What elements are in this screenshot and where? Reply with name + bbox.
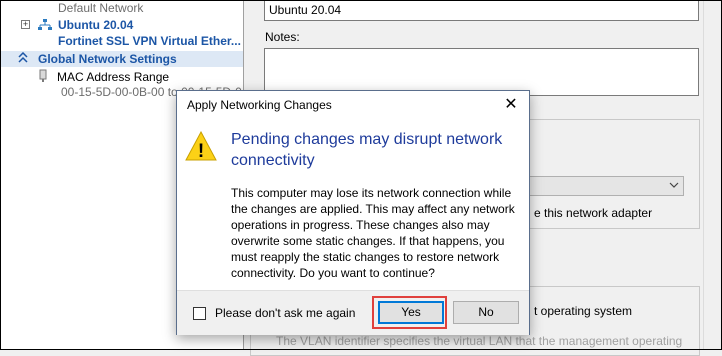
mac-address-icon xyxy=(38,69,48,86)
name-field-value: Ubuntu 20.04 xyxy=(269,3,342,17)
chevron-down-icon xyxy=(669,178,679,195)
dialog-title: Apply Networking Changes xyxy=(187,98,332,112)
warning-icon: ! xyxy=(185,130,217,164)
notes-label: Notes: xyxy=(265,30,300,44)
dialog-heading: Pending changes may disrupt network conn… xyxy=(231,131,503,169)
apply-networking-dialog: Apply Networking Changes ✕ ! Pending cha… xyxy=(176,90,530,335)
expand-ubuntu-icon[interactable]: + xyxy=(21,20,30,29)
tree-item-mac-range[interactable]: MAC Address Range xyxy=(57,70,169,84)
global-settings-label: Global Network Settings xyxy=(38,52,177,66)
os-option-text: t operating system xyxy=(534,304,633,318)
tree-item-default-network[interactable]: Default Network xyxy=(58,1,143,15)
close-icon[interactable]: ✕ xyxy=(501,95,521,115)
collapse-chevron-icon[interactable] xyxy=(18,51,28,67)
svg-text:!: ! xyxy=(198,141,204,161)
dont-ask-checkbox[interactable] xyxy=(193,307,206,320)
yes-button[interactable]: Yes xyxy=(378,301,444,324)
switch-dropdown[interactable] xyxy=(524,176,684,196)
dialog-footer: Please don't ask me again Yes No xyxy=(177,290,529,335)
network-switch-icon xyxy=(37,18,53,35)
tree-item-ubuntu[interactable]: Ubuntu 20.04 xyxy=(58,18,133,32)
vertical-scrollbar[interactable] xyxy=(703,1,720,349)
global-settings-header[interactable]: Global Network Settings xyxy=(1,51,243,67)
no-button[interactable]: No xyxy=(453,301,519,324)
name-field[interactable]: Ubuntu 20.04 xyxy=(264,0,699,21)
vlan-description: The VLAN identifier specifies the virtua… xyxy=(276,334,683,348)
dont-ask-label[interactable]: Please don't ask me again xyxy=(215,306,355,320)
notes-field[interactable] xyxy=(264,48,699,96)
tree-item-fortinet[interactable]: Fortinet SSL VPN Virtual Ether... xyxy=(58,34,241,48)
dialog-message: This computer may lose its network conne… xyxy=(231,186,515,280)
adapter-option-text: e this network adapter xyxy=(534,206,653,220)
